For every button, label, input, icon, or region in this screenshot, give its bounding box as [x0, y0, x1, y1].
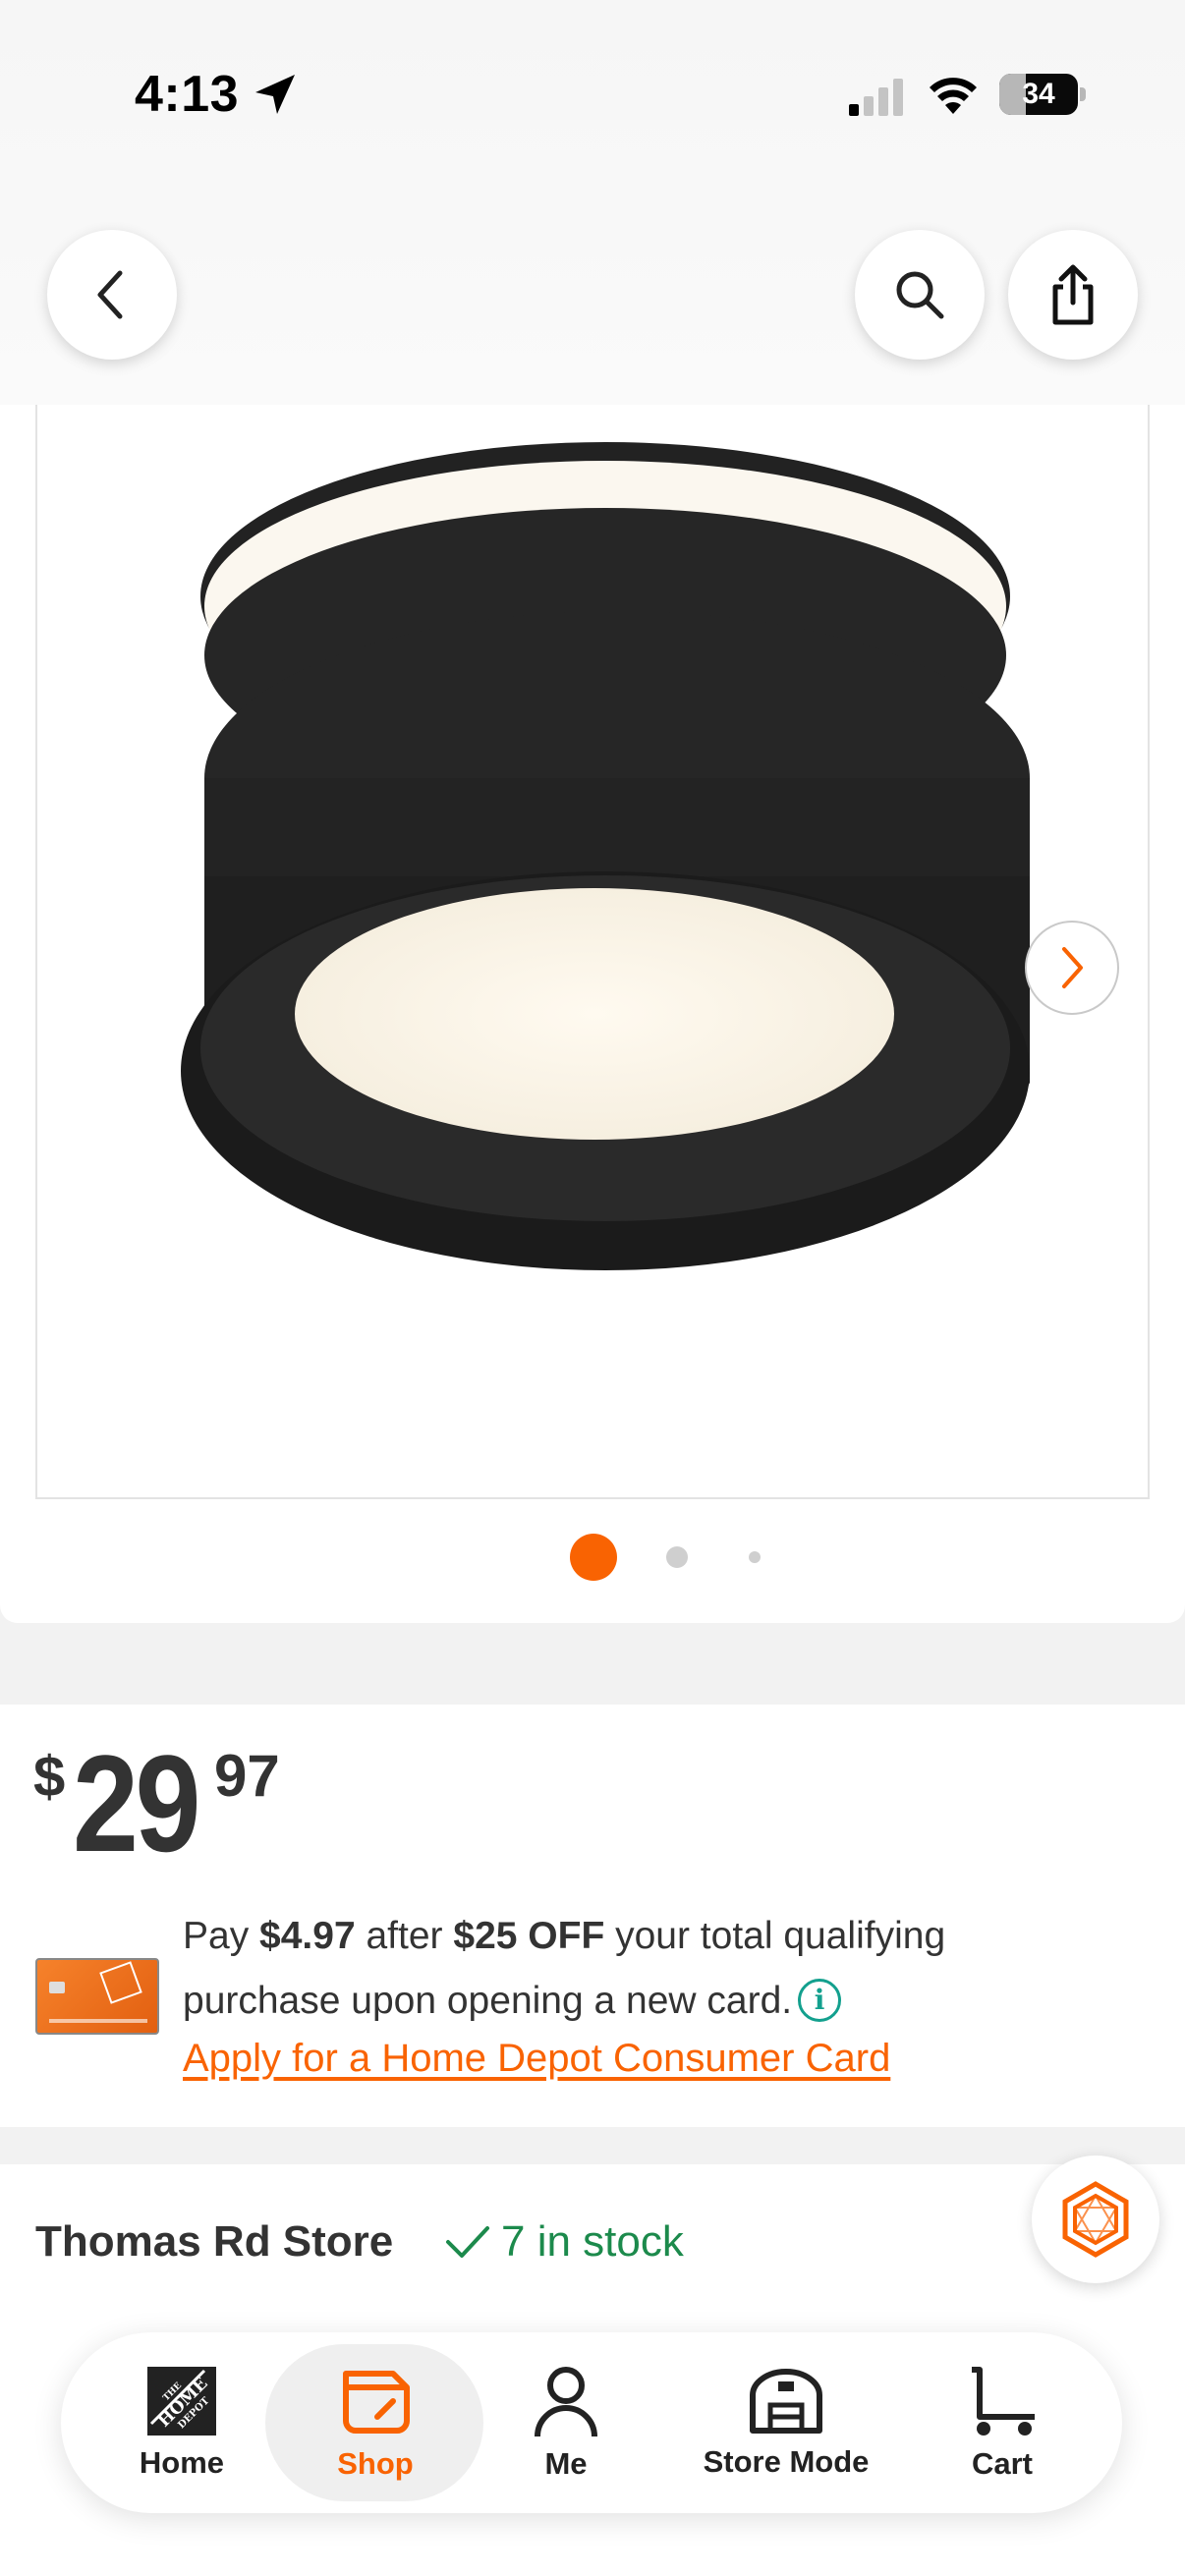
- gallery-dot-3[interactable]: [749, 1551, 761, 1563]
- battery-tip: [1080, 87, 1086, 101]
- back-button[interactable]: [47, 230, 177, 360]
- gallery-dot-2[interactable]: [666, 1546, 688, 1568]
- battery-icon: 34: [999, 74, 1078, 115]
- assistant-floating-button[interactable]: [1032, 2156, 1159, 2283]
- user-icon: [535, 2367, 597, 2437]
- home-depot-card-logo: [99, 1961, 142, 2004]
- cart-icon: [972, 2367, 1035, 2436]
- hexagon-assistant-icon: [1062, 2181, 1129, 2258]
- offer-amount-after: $4.97: [259, 1915, 356, 1957]
- tab-label-cart: Cart: [971, 2446, 1033, 2481]
- status-time: 4:13: [135, 66, 240, 123]
- stock-status: 7 in stock: [444, 2217, 684, 2267]
- share-icon: [1052, 264, 1094, 325]
- store-icon: [750, 2369, 822, 2434]
- info-icon[interactable]: i: [798, 1979, 842, 2022]
- location-arrow-icon: [255, 75, 295, 114]
- tab-label-shop: Shop: [337, 2446, 414, 2481]
- search-button[interactable]: [855, 230, 985, 360]
- tab-me[interactable]: Me: [501, 2332, 631, 2513]
- financing-offer-text: Pay $4.97 after $25 OFF your total quali…: [183, 1904, 1047, 2034]
- chevron-left-icon: [97, 270, 123, 319]
- tab-home[interactable]: HOME THE DEPOT Home: [108, 2332, 255, 2513]
- credit-card-image: [35, 1958, 159, 2035]
- product-image-frame[interactable]: [35, 405, 1150, 1499]
- tab-label-home: Home: [139, 2445, 225, 2480]
- battery-percent: 34: [1022, 78, 1055, 110]
- offer-text-after: after: [355, 1915, 454, 1957]
- shop-icon: [343, 2371, 410, 2434]
- cellular-signal-icon: [849, 79, 903, 116]
- checkmark-icon: [446, 2226, 489, 2258]
- tab-label-me: Me: [544, 2446, 588, 2481]
- card-chip: [49, 1982, 65, 1993]
- store-name[interactable]: Thomas Rd Store: [35, 2217, 393, 2267]
- apply-card-link[interactable]: Apply for a Home Depot Consumer Card: [183, 2037, 890, 2081]
- gallery-dot-1[interactable]: [570, 1534, 617, 1581]
- wifi-icon: [930, 78, 977, 114]
- home-depot-logo-icon: HOME THE DEPOT: [147, 2367, 216, 2436]
- tab-label-store-mode: Store Mode: [703, 2444, 870, 2479]
- offer-discount: $25 OFF: [453, 1915, 605, 1957]
- ceiling-light-fixture-image: [181, 442, 1030, 1270]
- price-dollars: 29: [73, 1726, 200, 1880]
- gallery-next-button[interactable]: [1025, 921, 1119, 1015]
- price-cents: 97: [214, 1743, 280, 1809]
- search-icon: [896, 271, 944, 319]
- tab-cart[interactable]: Cart: [943, 2332, 1061, 2513]
- offer-text-pay: Pay: [183, 1915, 260, 1957]
- card-number-strip: [49, 2019, 147, 2023]
- status-bar: 4:13 34: [0, 0, 1185, 187]
- price-currency: $: [33, 1745, 66, 1809]
- tab-store-mode[interactable]: Store Mode: [678, 2332, 894, 2513]
- tab-shop[interactable]: Shop: [285, 2332, 466, 2513]
- stock-count: 7 in stock: [501, 2217, 684, 2266]
- chevron-right-icon: [1062, 947, 1083, 988]
- share-button[interactable]: [1008, 230, 1138, 360]
